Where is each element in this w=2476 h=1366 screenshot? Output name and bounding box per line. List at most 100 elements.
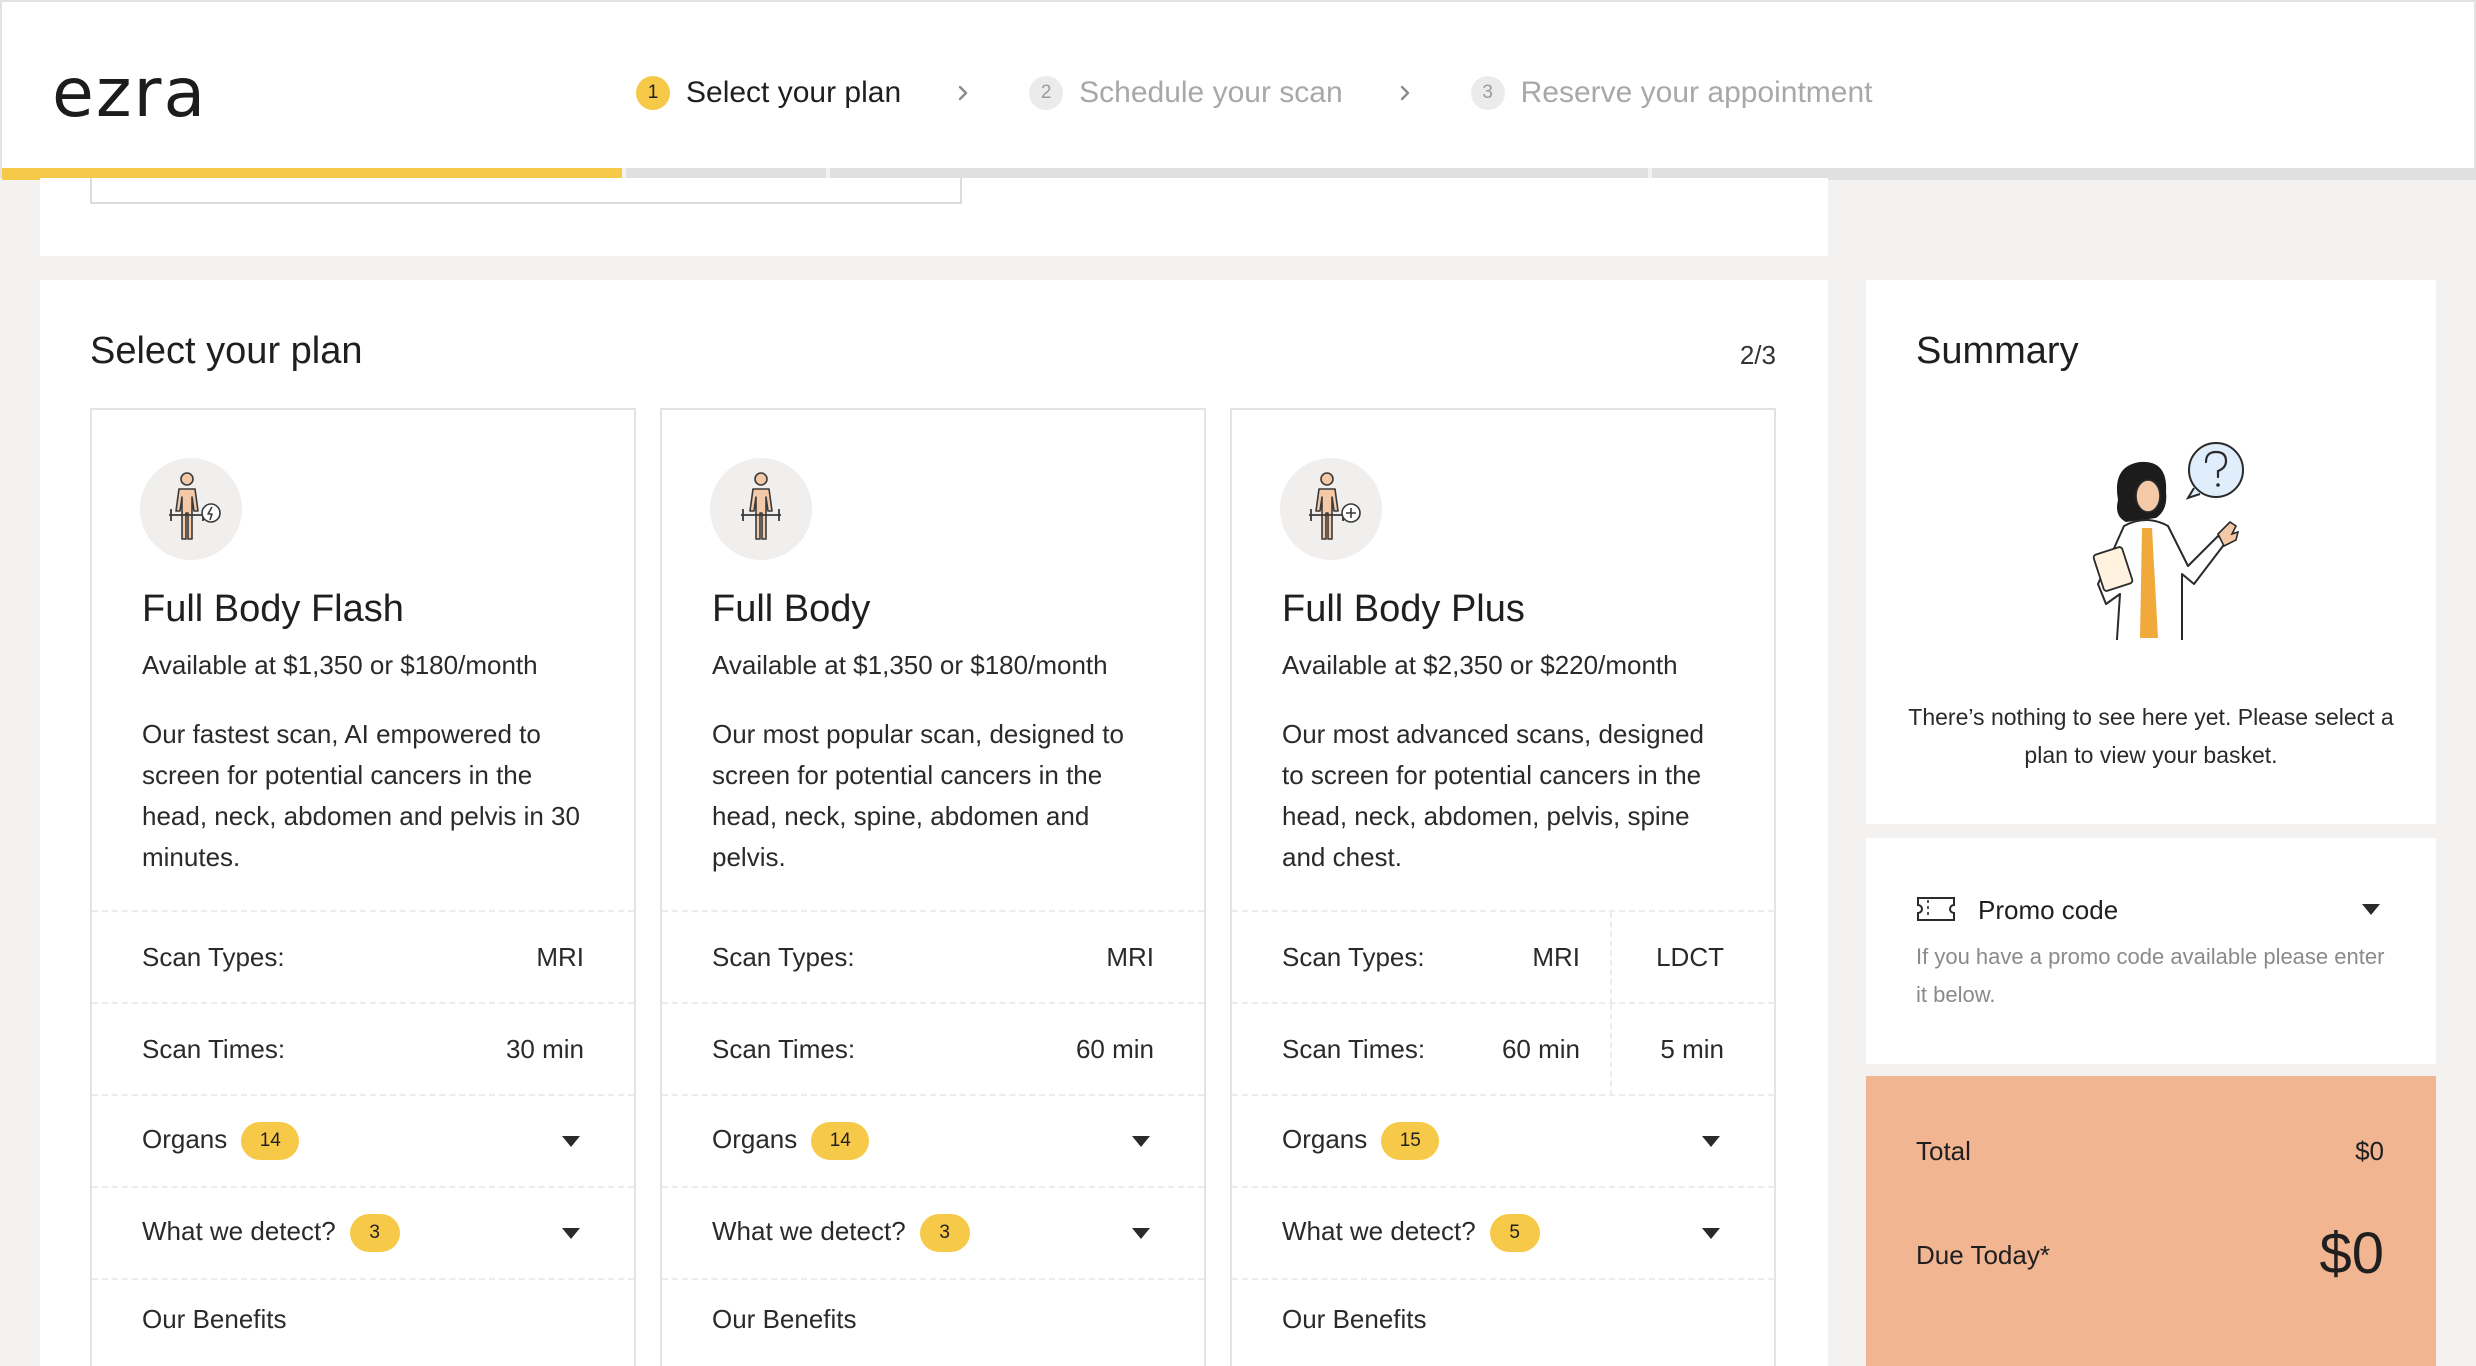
organs-dropdown[interactable]: Organs 14 [662,1094,1204,1186]
step-label: Reserve your appointment [1520,76,1873,109]
organs-dropdown[interactable]: Organs 15 [1232,1094,1774,1186]
order-total-card: Total $0 Due Today* $0 [1866,1076,2436,1366]
plan-price: Available at $1,350 or $180/month [142,650,538,680]
scan-time-value: 60 min [1075,1033,1154,1064]
scan-type-value: MRI [536,941,584,972]
scan-times-label: Scan Times: [712,1033,856,1064]
plan-card-full-body-flash[interactable]: Full Body Flash Available at $1,350 or $… [90,408,636,1366]
organs-label: Organs [1282,1123,1368,1154]
detect-count-badge: 3 [349,1214,400,1252]
benefits-label: Our Benefits [712,1303,857,1334]
step-schedule-scan[interactable]: 2 Schedule your scan [1029,76,1343,110]
caret-down-icon[interactable] [562,1227,580,1239]
plan-description: Our fastest scan, AI empowered to screen… [142,719,580,872]
detect-dropdown[interactable]: What we detect? 5 [1232,1186,1774,1278]
step-number: 2 [1029,76,1064,110]
benefits-row[interactable]: Our Benefits [92,1278,634,1358]
column-divider [1610,1004,1612,1096]
detect-count-badge: 3 [919,1214,970,1252]
step-label: Select your plan [686,76,902,109]
scan-time-value: 30 min [505,1033,584,1064]
organs-label-group: Organs 14 [142,1122,300,1160]
organs-count-badge: 14 [811,1122,870,1160]
promo-code-label[interactable]: Promo code [1978,895,2118,926]
scan-types-row: Scan Types: MRI [92,910,634,1002]
caret-down-icon[interactable] [1132,1135,1150,1147]
step-reserve-appointment[interactable]: 3 Reserve your appointment [1470,76,1873,110]
organs-label: Organs [142,1123,228,1154]
plan-name: Full Body Plus [1282,588,1525,630]
ezra-logo[interactable]: ezra [52,54,207,133]
plan-card-full-body[interactable]: Full Body Available at $1,350 or $180/mo… [660,408,1206,1366]
total-label: Total [1916,1136,1971,1166]
detect-count-badge: 5 [1489,1214,1540,1252]
organs-count-badge: 15 [1381,1122,1440,1160]
detect-label-group: What we detect? 3 [142,1214,400,1252]
plan-name: Full Body Flash [142,588,404,630]
plan-description: Our most popular scan, designed to scree… [712,719,1124,872]
scan-time-value: 5 min [1660,1033,1724,1064]
location-input-edge[interactable] [90,178,962,204]
chevron-right-icon [958,85,968,101]
plan-card-full-body-plus[interactable]: Full Body Plus Available at $2,350 or $2… [1230,408,1776,1366]
scan-types-row: Scan Types: MRI [662,910,1204,1002]
checkout-steps: 1 Select your plan 2 Schedule your scan … [636,66,1873,120]
previous-section-card [40,178,1828,256]
plan-price: Available at $1,350 or $180/month [712,650,1108,680]
scan-times-row: Scan Times: 60 min 5 min [1232,1002,1774,1096]
plan-selection-card: Select your plan 2/3 Full Body Flash Ava… [40,280,1828,1366]
ticket-icon [1917,897,1955,921]
summary-card: Summary There’s nothing to see here yet.… [1866,280,2436,824]
scan-type-value: MRI [1532,941,1580,972]
top-header: ezra 1 Select your plan 2 Schedule your … [0,0,2476,180]
plan-page-count: 2/3 [1739,340,1776,370]
plan-price: Available at $2,350 or $220/month [1282,650,1678,680]
scan-type-value: LDCT [1656,941,1724,972]
column-divider [1610,912,1612,1004]
section-title: Select your plan [90,330,363,372]
detect-label: What we detect? [142,1215,336,1246]
organs-count-badge: 14 [241,1122,300,1160]
doctor-question-illustration [2092,442,2244,640]
scan-types-label: Scan Types: [712,941,855,972]
organs-dropdown[interactable]: Organs 14 [92,1094,634,1186]
benefits-row[interactable]: Our Benefits [662,1278,1204,1358]
detect-label: What we detect? [1282,1215,1476,1246]
caret-down-icon[interactable] [562,1135,580,1147]
organs-label-group: Organs 15 [1282,1122,1440,1160]
empty-basket-message: There’s nothing to see here yet. Please … [1908,704,2394,768]
detect-label-group: What we detect? 5 [1282,1214,1540,1252]
scan-time-value: 60 min [1501,1033,1580,1064]
scan-times-row: Scan Times: 30 min [92,1002,634,1094]
scan-times-label: Scan Times: [142,1033,286,1064]
step-select-plan[interactable]: 1 Select your plan [636,76,901,110]
summary-title: Summary [1916,330,2079,372]
promo-code-card[interactable]: Promo code If you have a promo code avai… [1866,838,2436,1064]
caret-down-icon[interactable] [2362,904,2380,915]
chevron-right-icon [1400,85,1409,101]
plan-name: Full Body [712,588,871,630]
due-today-label: Due Today* [1916,1240,2050,1270]
scan-times-label: Scan Times: [1282,1033,1426,1064]
body-scan-flash-icon [140,458,242,560]
detect-dropdown[interactable]: What we detect? 3 [92,1186,634,1278]
caret-down-icon[interactable] [1132,1227,1150,1239]
scan-types-row: Scan Types: MRI LDCT [1232,910,1774,1004]
due-today-value: $0 [2319,1221,2384,1286]
caret-down-icon[interactable] [1702,1135,1720,1147]
benefits-label: Our Benefits [1282,1303,1427,1334]
benefits-label: Our Benefits [142,1303,287,1334]
scan-type-value: MRI [1106,941,1154,972]
body-scan-plus-icon [1280,458,1382,560]
step-number: 1 [636,76,670,110]
scan-times-row: Scan Times: 60 min [662,1002,1204,1094]
detect-label-group: What we detect? 3 [712,1214,970,1252]
benefits-row[interactable]: Our Benefits [1232,1278,1774,1358]
detect-dropdown[interactable]: What we detect? 3 [662,1186,1204,1278]
promo-code-help: If you have a promo code available pleas… [1916,944,2385,1007]
organs-label: Organs [712,1123,798,1154]
scan-types-label: Scan Types: [1282,941,1425,972]
caret-down-icon[interactable] [1702,1227,1720,1239]
scan-types-label: Scan Types: [142,941,285,972]
plan-description: Our most advanced scans, designed to scr… [1282,719,1705,872]
